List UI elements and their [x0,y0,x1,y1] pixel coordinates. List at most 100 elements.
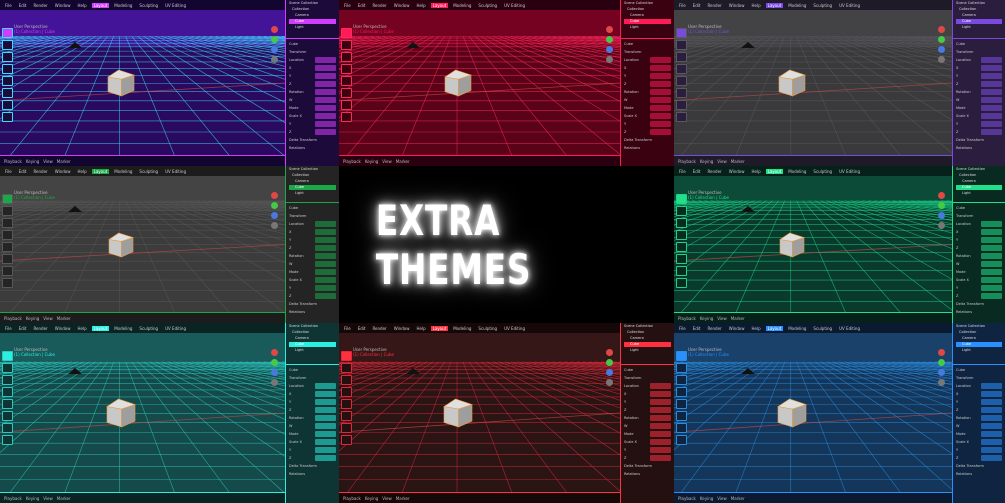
tool-button[interactable] [2,76,13,86]
property-field[interactable] [981,97,1002,104]
tool-button[interactable] [2,435,13,445]
property-field[interactable] [981,73,1002,80]
delta-label[interactable]: Delta Transform [956,463,1002,469]
outliner-item[interactable]: Cube [956,342,1002,347]
tool-button[interactable] [676,375,687,385]
delta-label[interactable]: Delta Transform [956,301,1002,307]
axis-dot-icon[interactable] [938,56,945,63]
outliner-item[interactable]: Cube [289,185,336,190]
axis-dot-icon[interactable] [271,46,278,53]
tool-button[interactable] [2,399,13,409]
menu-item[interactable]: Layout [91,2,110,8]
menu-item[interactable]: Edit [691,3,703,8]
tool-button[interactable] [2,88,13,98]
menu-item[interactable]: Modeling [451,326,473,331]
property-field[interactable] [314,237,336,244]
tool-button[interactable] [676,242,687,252]
tool-button[interactable] [676,411,687,421]
3d-viewport[interactable]: User Perspective (1) Collection | Cube [674,333,952,493]
outliner-item[interactable]: Collection [956,7,1002,12]
property-field[interactable] [981,431,1002,438]
property-field[interactable] [314,65,336,72]
tool-button[interactable] [2,254,13,264]
cube-object[interactable] [777,68,809,100]
property-field[interactable] [981,221,1002,228]
cube-object[interactable] [105,397,139,431]
tool-button[interactable] [676,28,687,38]
tool-button[interactable] [2,64,13,74]
property-field[interactable] [649,399,671,406]
outliner-item[interactable]: Light [289,191,336,196]
outliner-item[interactable]: Camera [956,336,1002,341]
timeline-menu-item[interactable]: Keying [700,496,713,501]
cube-object[interactable] [443,68,475,100]
outliner-item[interactable]: Light [956,25,1002,30]
tool-button[interactable] [676,112,687,122]
3d-viewport[interactable]: User Perspective (1) Collection | Cube [339,10,620,156]
property-field[interactable] [314,73,336,80]
timeline-menu-item[interactable]: Keying [26,496,39,501]
menu-item[interactable]: Sculpting [137,3,160,8]
menu-item[interactable]: Help [749,169,762,174]
menu-item[interactable]: Edit [356,3,368,8]
property-field[interactable] [314,455,336,462]
property-field[interactable] [314,121,336,128]
menu-item[interactable]: File [677,169,688,174]
axis-dot-icon[interactable] [938,26,945,33]
tool-button[interactable] [2,363,13,373]
3d-viewport[interactable]: User Perspective (1) Collection | Cube [674,10,952,156]
tool-button[interactable] [676,399,687,409]
timeline-menu-item[interactable]: Marker [396,159,410,164]
menu-item[interactable]: File [3,169,14,174]
menu-item[interactable]: File [677,3,688,8]
menu-item[interactable]: Modeling [786,326,808,331]
tool-button[interactable] [341,375,352,385]
3d-viewport[interactable]: User Perspective (1) Collection | Cube [339,333,620,493]
timeline-menu-item[interactable]: Keying [700,316,713,321]
axis-dot-icon[interactable] [606,379,613,386]
property-field[interactable] [981,65,1002,72]
tool-button[interactable] [2,375,13,385]
timeline-menu-item[interactable]: Playback [678,316,696,321]
tool-button[interactable] [341,411,352,421]
tool-button[interactable] [676,363,687,373]
outliner-item[interactable]: Camera [956,179,1002,184]
outliner-item[interactable]: Cube [624,342,671,347]
outliner-item[interactable]: Collection [289,173,336,178]
timeline-menu-item[interactable]: View [43,496,53,501]
tool-button[interactable] [2,423,13,433]
property-field[interactable] [981,57,1002,64]
property-field[interactable] [981,415,1002,422]
timeline-menu-item[interactable]: Marker [396,496,410,501]
tool-button[interactable] [341,399,352,409]
menu-item[interactable]: Edit [691,169,703,174]
menu-item[interactable]: Modeling [112,169,134,174]
outliner-item[interactable]: Camera [289,13,336,18]
tool-button[interactable] [2,206,13,216]
timeline-menu-item[interactable]: Keying [26,316,39,321]
tool-button[interactable] [2,100,13,110]
tool-button[interactable] [341,40,352,50]
menu-item[interactable]: Help [75,169,88,174]
transform-header[interactable]: Transform [624,49,671,55]
menu-item[interactable]: Render [370,326,388,331]
axis-dot-icon[interactable] [938,349,945,356]
transform-header[interactable]: Transform [289,49,336,55]
menu-item[interactable]: Layout [430,325,449,331]
axis-dot-icon[interactable] [271,379,278,386]
menu-item[interactable]: Help [75,326,88,331]
property-field[interactable] [314,407,336,414]
property-field[interactable] [981,237,1002,244]
axis-dot-icon[interactable] [938,359,945,366]
relations-label[interactable]: Relations [289,309,336,315]
tool-button[interactable] [341,435,352,445]
relations-label[interactable]: Relations [289,145,336,151]
tool-button[interactable] [676,100,687,110]
menu-item[interactable]: UV Editing [163,326,188,331]
relations-label[interactable]: Relations [956,145,1002,151]
3d-viewport[interactable]: User Perspective (1) Collection | Cube [0,10,285,156]
menu-item[interactable]: Modeling [112,326,134,331]
tool-button[interactable] [676,230,687,240]
timeline-menu-item[interactable]: View [43,159,53,164]
menu-item[interactable]: Edit [17,326,29,331]
